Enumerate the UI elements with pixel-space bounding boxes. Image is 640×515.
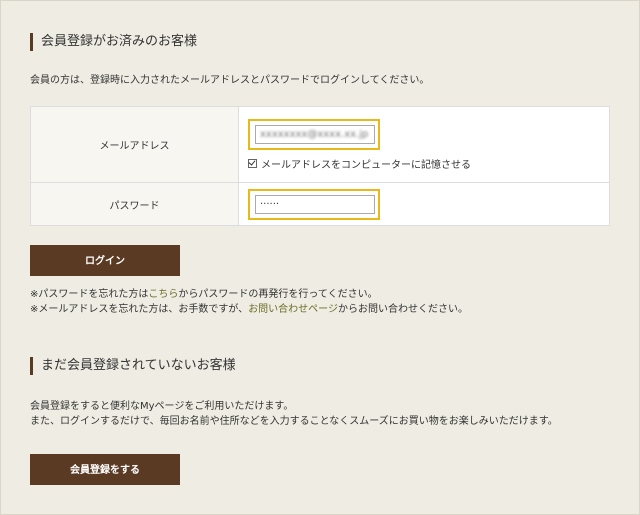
email-cell: xxxxxxxx@xxxx.xx.jp メールアドレスをコンピューターに記憶させ… — [238, 106, 610, 183]
forgot-password-suffix: からパスワードの再発行を行ってください。 — [178, 289, 378, 300]
forgot-password-prefix: ※パスワードを忘れた方は — [30, 289, 149, 300]
password-field[interactable]: ······ — [255, 194, 375, 214]
password-field-highlight: ······ — [248, 188, 380, 220]
register-text-line1: 会員登録をすると便利なMyページをご利用いただけます。 — [30, 401, 294, 412]
password-row: パスワード ······ — [30, 182, 610, 226]
register-section-heading: まだ会員登録されていないお客様 — [30, 357, 236, 375]
remember-email-option[interactable]: メールアドレスをコンピューターに記憶させる — [248, 156, 608, 171]
email-field-highlight: xxxxxxxx@xxxx.xx.jp — [248, 118, 380, 150]
login-intro-text: 会員の方は、登録時に入力されたメールアドレスとパスワードでログインしてください。 — [30, 75, 430, 86]
forgot-password-note: ※パスワードを忘れた方はこちらからパスワードの再発行を行ってください。 — [30, 287, 378, 303]
login-form-table: メールアドレス xxxxxxxx@xxxx.xx.jp メールアドレスをコンピュ… — [30, 106, 610, 226]
forgot-email-note: ※メールアドレスを忘れた方は、お手数ですが、お問い合わせページからお問い合わせく… — [30, 302, 468, 318]
email-field[interactable]: xxxxxxxx@xxxx.xx.jp — [255, 124, 375, 144]
register-text-line2: また、ログインするだけで、毎回お名前や住所などを入力することなくスムーズにお買い… — [30, 416, 558, 427]
contact-page-link[interactable]: お問い合わせページ — [248, 304, 338, 315]
password-label: パスワード — [30, 182, 239, 226]
login-section-heading: 会員登録がお済みのお客様 — [30, 33, 197, 51]
login-button[interactable]: ログイン — [30, 245, 180, 276]
remember-email-label: メールアドレスをコンピューターに記憶させる — [261, 159, 471, 171]
forgot-email-prefix: ※メールアドレスを忘れた方は、お手数ですが、 — [30, 304, 249, 315]
password-cell: ······ — [238, 182, 610, 226]
register-button[interactable]: 会員登録をする — [30, 454, 180, 485]
forgot-password-link[interactable]: こちら — [148, 289, 178, 300]
email-row: メールアドレス xxxxxxxx@xxxx.xx.jp メールアドレスをコンピュ… — [30, 106, 610, 183]
forgot-email-suffix: からお問い合わせください。 — [338, 304, 468, 315]
remember-email-checkbox[interactable] — [248, 158, 257, 168]
password-value: ······ — [260, 198, 280, 210]
email-label: メールアドレス — [30, 106, 239, 183]
email-value: xxxxxxxx@xxxx.xx.jp — [260, 128, 369, 140]
